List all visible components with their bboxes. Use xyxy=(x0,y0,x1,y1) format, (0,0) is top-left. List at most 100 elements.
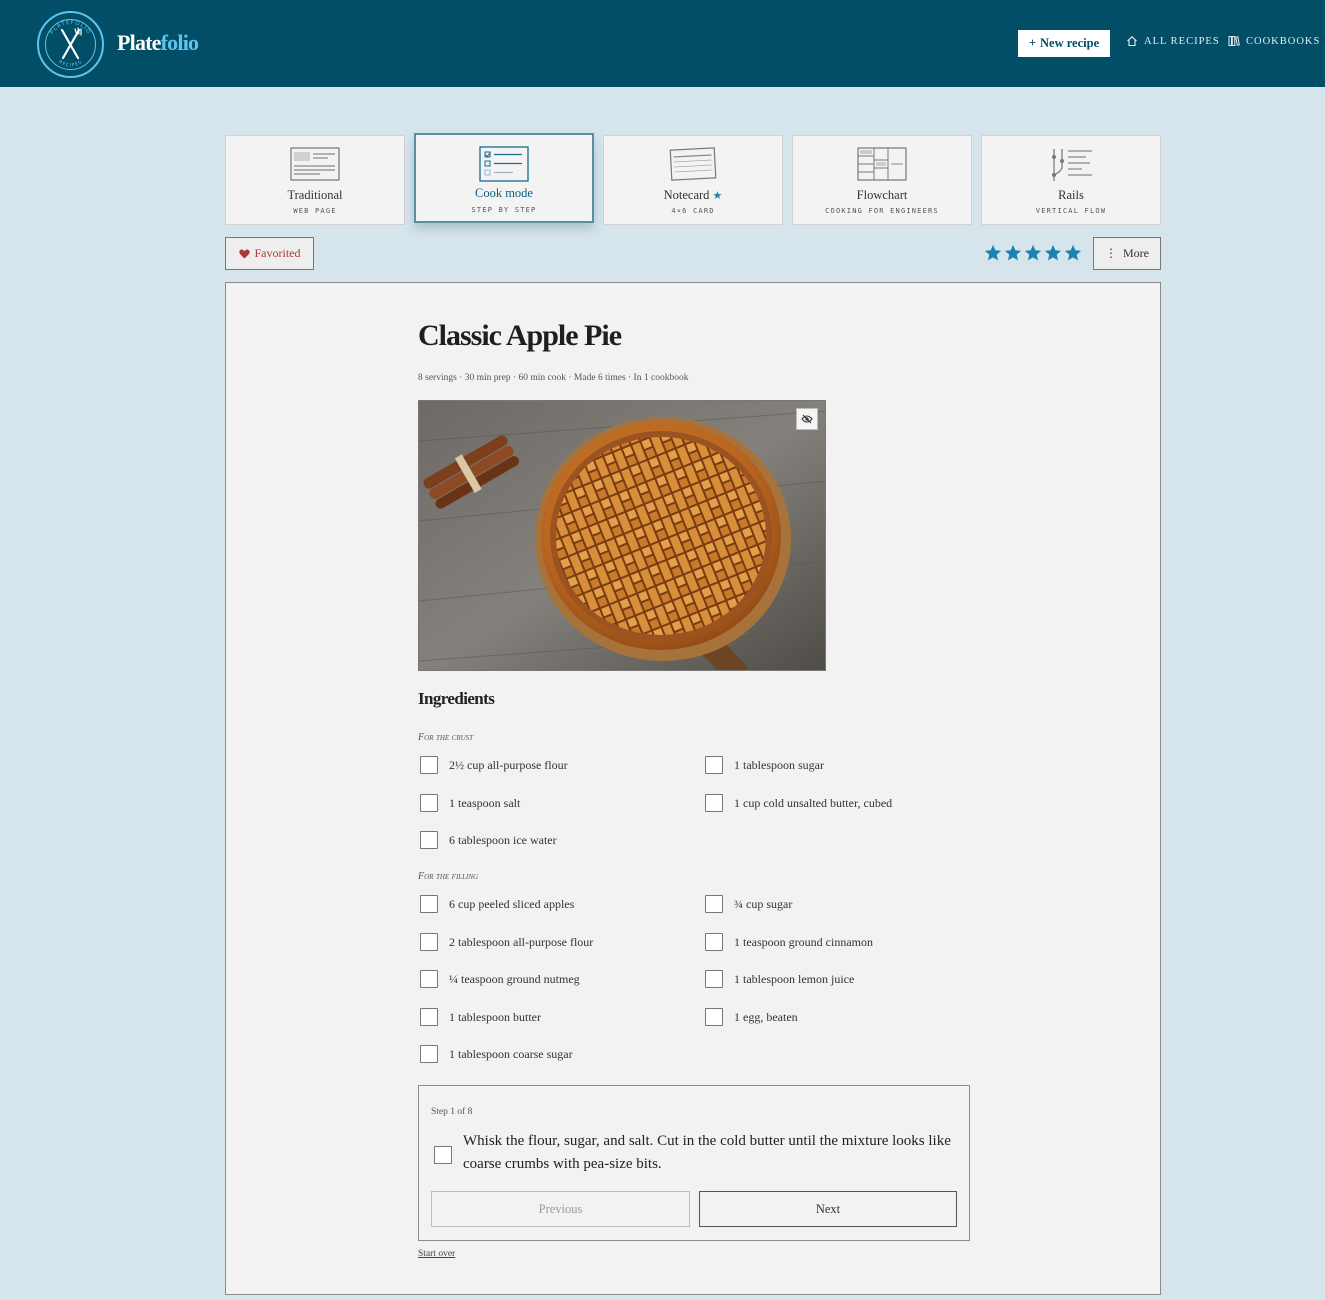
ingredient-item[interactable]: ¼ teaspoon ground nutmeg xyxy=(420,970,580,988)
tab-cook-mode-label: Cook mode xyxy=(475,186,533,200)
ingredient-item[interactable]: 1 cup cold unsalted butter, cubed xyxy=(705,794,892,812)
recipe-card: Classic Apple Pie 8 servings · 30 min pr… xyxy=(225,282,1161,1295)
ingredient-checkbox[interactable] xyxy=(705,1008,723,1026)
ingredient-item[interactable]: 1 tablespoon butter xyxy=(420,1008,541,1026)
group-title-crust: For the crust xyxy=(418,732,474,743)
star-icon[interactable] xyxy=(1024,244,1042,262)
ingredient-checkbox[interactable] xyxy=(705,933,723,951)
ingredient-item[interactable]: 6 tablespoon ice water xyxy=(420,831,557,849)
ingredient-item[interactable]: 1 egg, beaten xyxy=(705,1008,798,1026)
star-icon: ★ xyxy=(712,190,723,202)
favorite-button[interactable]: Favorited xyxy=(225,237,314,270)
ingredient-checkbox[interactable] xyxy=(420,1045,438,1063)
new-recipe-label: New recipe xyxy=(1040,36,1100,50)
nav-all-recipes[interactable]: All recipes xyxy=(1126,35,1220,47)
ingredient-checkbox[interactable] xyxy=(420,970,438,988)
ingredient-label: 1 tablespoon sugar xyxy=(734,757,824,772)
fork-knife-icon: PLATEFOLIO RECIPES xyxy=(37,11,104,78)
more-button[interactable]: ⋮ More xyxy=(1093,237,1161,270)
ingredient-label: ¼ teaspoon ground nutmeg xyxy=(449,971,580,986)
ingredient-label: 6 cup peeled sliced apples xyxy=(449,896,575,911)
ingredient-item[interactable]: 6 cup peeled sliced apples xyxy=(420,895,574,913)
previous-step-button[interactable]: Previous xyxy=(431,1191,690,1227)
more-label: More xyxy=(1123,246,1149,260)
ingredient-label: 1 tablespoon coarse sugar xyxy=(449,1046,573,1061)
tab-rails-sub: Vertical flow xyxy=(1035,207,1107,215)
home-icon xyxy=(1127,36,1137,47)
ingredient-checkbox[interactable] xyxy=(420,1008,438,1026)
rails-icon xyxy=(1052,149,1092,181)
star-icon[interactable] xyxy=(1044,244,1062,262)
ingredient-item[interactable]: 2 tablespoon all-purpose flour xyxy=(420,933,593,951)
ingredient-checkbox[interactable] xyxy=(420,831,438,849)
webpage-icon xyxy=(290,147,340,181)
new-recipe-button[interactable]: + New recipe xyxy=(1018,30,1110,57)
step-counter: Step 1 of 8 xyxy=(431,1107,473,1117)
ingredient-label: 2½ cup all-purpose flour xyxy=(449,757,568,772)
ingredient-checkbox[interactable] xyxy=(705,794,723,812)
tab-traditional-label: Traditional xyxy=(287,188,343,202)
ingredient-checkbox[interactable] xyxy=(705,970,723,988)
ingredient-checkbox[interactable] xyxy=(705,756,723,774)
star-icon[interactable] xyxy=(1064,244,1082,262)
svg-text:RECIPES: RECIPES xyxy=(57,59,83,69)
books-icon xyxy=(1228,36,1240,46)
tab-notecard-label: Notecard ★ xyxy=(604,188,782,203)
recipe-meta: 8 servings · 30 min prep · 60 min cook ·… xyxy=(418,373,689,383)
ingredient-item[interactable]: ¾ cup sugar xyxy=(705,895,792,913)
ingredient-checkbox[interactable] xyxy=(420,756,438,774)
start-over-link[interactable]: Start over xyxy=(418,1249,455,1259)
ingredient-item[interactable]: 1 tablespoon sugar xyxy=(705,756,824,774)
brand-part-plate: Plate xyxy=(117,30,161,55)
svg-text:PLATEFOLIO: PLATEFOLIO xyxy=(49,20,92,36)
ingredient-item[interactable]: 1 teaspoon salt xyxy=(420,794,520,812)
step-panel: Step 1 of 8 Whisk the flour, sugar, and … xyxy=(418,1085,970,1241)
group-title-filling: For the filling xyxy=(418,871,479,882)
ingredient-label: 1 teaspoon salt xyxy=(449,795,521,810)
tab-traditional[interactable]: Traditional Web page xyxy=(225,135,405,225)
heart-icon xyxy=(238,248,250,258)
ingredient-checkbox[interactable] xyxy=(420,794,438,812)
tab-flowchart[interactable]: Flowchart Cooking for engineers xyxy=(792,135,972,225)
rating-stars[interactable] xyxy=(984,244,1082,262)
nav-all-recipes-label: All recipes xyxy=(1144,35,1220,47)
ingredient-checkbox[interactable] xyxy=(420,895,438,913)
star-icon[interactable] xyxy=(984,244,1002,262)
tab-cook-mode[interactable]: Cook mode Step by step xyxy=(414,133,594,223)
ingredient-checkbox[interactable] xyxy=(420,933,438,951)
ingredient-item[interactable]: 2½ cup all-purpose flour xyxy=(420,756,568,774)
ingredient-label: 1 tablespoon butter xyxy=(449,1009,541,1024)
flowchart-icon xyxy=(857,147,907,181)
ingredient-label: ¾ cup sugar xyxy=(734,896,793,911)
tab-notecard-sub: 4×6 card xyxy=(671,207,715,215)
ingredient-label: 1 teaspoon ground cinnamon xyxy=(734,934,873,949)
tab-rails-label: Rails xyxy=(1058,188,1084,202)
tab-notecard-label-text: Notecard xyxy=(663,188,710,202)
notecard-icon xyxy=(669,147,717,181)
nav-cookbooks[interactable]: Cookbooks xyxy=(1228,35,1320,47)
nav-cookbooks-label: Cookbooks xyxy=(1246,35,1321,47)
ingredient-item[interactable]: 1 tablespoon lemon juice xyxy=(705,970,854,988)
ingredients-heading: Ingredients xyxy=(418,689,495,708)
tab-rails[interactable]: Rails Vertical flow xyxy=(981,135,1161,225)
logo-badge[interactable]: PLATEFOLIO RECIPES xyxy=(36,10,105,79)
tab-cook-mode-sub: Step by step xyxy=(471,206,537,214)
tab-flowchart-sub: Cooking for engineers xyxy=(825,207,939,215)
brand-name[interactable]: Platefolio xyxy=(117,30,199,56)
ingredient-item[interactable]: 1 teaspoon ground cinnamon xyxy=(705,933,873,951)
ingredient-item[interactable]: 1 tablespoon coarse sugar xyxy=(420,1045,573,1063)
recipe-title: Classic Apple Pie xyxy=(418,319,622,352)
hide-image-button[interactable] xyxy=(796,408,818,430)
tab-traditional-sub: Web page xyxy=(293,207,337,215)
top-bar: PLATEFOLIO RECIPES Platefolio + New reci… xyxy=(0,0,1325,87)
next-step-button[interactable]: Next xyxy=(699,1191,957,1227)
apple-pie-photo xyxy=(419,401,825,670)
ingredient-label: 6 tablespoon ice water xyxy=(449,832,557,847)
step-done-checkbox[interactable] xyxy=(434,1146,452,1164)
brand-part-folio: folio xyxy=(160,30,199,55)
ingredient-checkbox[interactable] xyxy=(705,895,723,913)
star-icon[interactable] xyxy=(1004,244,1022,262)
step-instruction: Whisk the flour, sugar, and salt. Cut in… xyxy=(463,1133,951,1172)
tab-notecard[interactable]: Notecard ★ 4×6 card xyxy=(603,135,783,225)
recipe-photo xyxy=(418,400,826,671)
